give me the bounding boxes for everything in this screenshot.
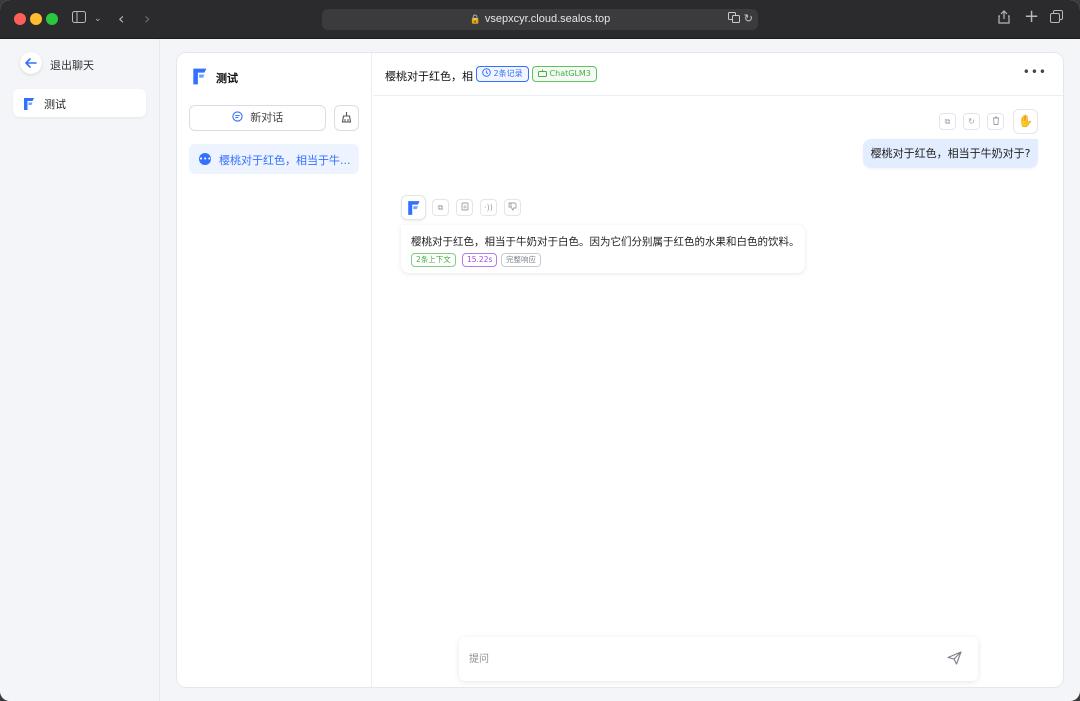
tab-overview-icon[interactable] [1050, 10, 1063, 28]
hand-avatar-icon: ✋ [1018, 114, 1033, 128]
history-panel: 测试 新对话 ••• 樱桃对于红色，相当于牛... [177, 53, 372, 687]
context-count-tag[interactable]: 2条上下文 [411, 253, 456, 267]
bot-message-bubble: 樱桃对于红色，相当于牛奶对于白色。因为它们分别属于红色的水果和白色的饮料。 2条… [401, 225, 805, 273]
exit-chat-button[interactable] [20, 52, 42, 74]
thumb-down-icon[interactable] [504, 199, 521, 216]
copy-icon[interactable]: ⧉ [432, 199, 449, 216]
address-bar[interactable]: 🔒 vsepxcyr.cloud.sealos.top ↻ [322, 9, 758, 30]
sidebar-toggle-icon[interactable] [72, 10, 86, 28]
lock-icon: 🔒 [469, 14, 481, 24]
translate-icon[interactable] [728, 12, 740, 26]
send-icon [946, 651, 962, 667]
user-avatar: ✋ [1013, 109, 1038, 134]
arrow-left-icon [25, 56, 37, 72]
app-sidebar: 退出聊天 测试 [0, 39, 160, 701]
history-item[interactable]: ••• 樱桃对于红色，相当于牛... [189, 144, 359, 174]
clock-icon [482, 68, 494, 78]
reload-icon[interactable]: ↻ [744, 12, 753, 25]
chat-bubble-icon [232, 111, 247, 124]
user-message-bubble: 樱桃对于红色，相当于牛奶对于? [863, 139, 1038, 168]
send-button[interactable] [944, 649, 964, 669]
forward-nav-icon[interactable]: › [144, 10, 150, 28]
chat-title: 樱桃对于红色，相 [385, 70, 473, 83]
history-item-label: 樱桃对于红色，相当于牛... [219, 154, 351, 167]
clear-history-button[interactable] [334, 105, 359, 131]
response-time-tag: 15.22s [462, 253, 498, 267]
new-chat-label: 新对话 [250, 111, 284, 124]
sidebar-item-label: 测试 [44, 98, 66, 111]
browser-titlebar: ⌄ ‹ › 🔒 vsepxcyr.cloud.sealos.top ↻ + [0, 0, 1080, 39]
close-window-button[interactable] [14, 13, 26, 25]
minimize-window-button[interactable] [30, 13, 42, 25]
new-chat-button[interactable]: 新对话 [189, 105, 326, 131]
delete-icon[interactable] [987, 113, 1004, 130]
sidebar-item-test[interactable]: 测试 [13, 89, 146, 117]
copy-icon[interactable]: ⧉ [939, 113, 956, 130]
bot-message-text: 樱桃对于红色，相当于牛奶对于白色。因为它们分别属于红色的水果和白色的饮料。 [411, 236, 800, 248]
regenerate-icon[interactable]: ↻ [963, 113, 980, 130]
bot-avatar [401, 195, 426, 220]
chevron-down-icon[interactable]: ⌄ [94, 10, 102, 28]
edit-icon[interactable] [456, 199, 473, 216]
message-input[interactable] [469, 649, 919, 669]
browser-window: ⌄ ‹ › 🔒 vsepxcyr.cloud.sealos.top ↻ + 退出聊… [0, 0, 1080, 701]
speaker-icon[interactable]: ·)) [480, 199, 497, 216]
new-tab-icon[interactable]: + [1024, 8, 1039, 26]
chat-header: 樱桃对于红色，相 2条记录 ChatGLM3 ••• [373, 53, 1063, 96]
full-response-tag[interactable]: 完整响应 [501, 253, 541, 267]
maximize-window-button[interactable] [46, 13, 58, 25]
more-dots-icon[interactable]: ••• [1023, 65, 1047, 79]
exit-chat-label[interactable]: 退出聊天 [50, 57, 94, 73]
record-count-tag[interactable]: 2条记录 [476, 66, 529, 82]
url-text: vsepxcyr.cloud.sealos.top [484, 13, 611, 25]
chat-bubble-icon: ••• [199, 153, 212, 165]
share-icon[interactable] [998, 10, 1010, 29]
app-logo-icon [23, 96, 36, 115]
back-nav-icon[interactable]: ‹ [118, 10, 124, 28]
robot-icon [538, 69, 550, 78]
app-name: 测试 [216, 72, 238, 85]
message-input-box [459, 637, 978, 681]
app-logo-icon [192, 67, 209, 90]
broom-icon [341, 111, 352, 124]
chat-card: 测试 新对话 ••• 樱桃对于红色，相当于牛... 樱桃对于红色，相 2条记录 … [176, 52, 1064, 688]
model-tag: ChatGLM3 [532, 66, 597, 82]
chat-area: 樱桃对于红色，相 2条记录 ChatGLM3 ••• ⧉ ↻ ✋ 樱桃对于红色，… [373, 53, 1063, 687]
